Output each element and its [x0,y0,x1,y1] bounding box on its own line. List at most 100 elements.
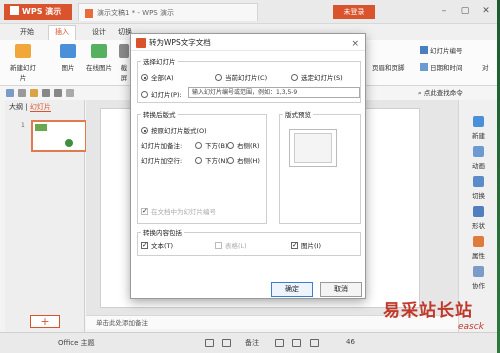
pane-collaborate[interactable]: 协作 [459,266,498,290]
layout-preview [289,129,337,167]
pane-shape[interactable]: 形状 [459,206,498,230]
option-text[interactable]: 文本(T) [141,240,173,250]
checkbox-table[interactable] [215,242,222,249]
slide-number-button[interactable]: 幻灯片编号 [420,45,463,55]
shape-icon [473,206,484,217]
panel-tabs: 大纲 | 幻灯片 [5,100,84,114]
online-picture-button[interactable]: 在线图片 [84,44,114,72]
content-group-title: 转换内容包括 [141,227,184,237]
zoom-level[interactable]: 46 [346,338,355,346]
command-search[interactable]: ⌕ 点此查找命令 [418,87,463,98]
save-icon[interactable] [6,89,14,97]
dialog-close-icon[interactable]: × [351,36,359,53]
redo-icon[interactable] [54,89,62,97]
checkbox-image[interactable] [291,242,298,249]
theme-label[interactable]: Office 主题 [58,338,95,348]
radio-current[interactable] [215,74,222,81]
radio-all[interactable] [141,74,148,81]
new-icon [473,116,484,127]
tab-outline[interactable]: 大纲 [9,103,23,111]
option-slide-range[interactable]: 幻灯片(P): [141,89,182,99]
view-play-icon[interactable] [310,339,319,347]
window-controls: – ▢ ✕ [437,4,493,18]
slide-number-icon [420,46,428,54]
view-reading-icon[interactable] [275,339,284,347]
dialog-title-bar: 转为WPS文字文档 × [131,34,365,51]
screenshot-button[interactable]: 截屏 [118,44,130,82]
option-image[interactable]: 图片(I) [291,240,321,250]
option-all[interactable]: 全部(A) [141,72,174,82]
app-menu-button[interactable]: WPS 演示 [4,4,72,20]
tab-slides[interactable]: 幻灯片 [29,103,51,112]
radio-slide-range[interactable] [141,91,148,98]
radio-selected[interactable] [291,74,298,81]
thumb-shape-circle [65,139,73,147]
picture-icon [60,44,76,58]
dropdown-icon[interactable] [66,89,74,97]
radio-notes-right[interactable] [227,142,234,149]
undo-icon[interactable] [42,89,50,97]
option-selected[interactable]: 选定幻灯片(S) [291,72,343,82]
maximize-icon[interactable]: ▢ [458,4,472,18]
notes-position-label: 幻灯片加备注: [141,142,183,150]
thumbnail-number: 1 [21,122,25,129]
slides-panel: 大纲 | 幻灯片 1 [5,100,87,332]
option-blank-right[interactable]: 右侧(H) [227,155,260,165]
option-current[interactable]: 当前幻灯片(C) [215,72,267,82]
notes-toggle[interactable]: 备注 [245,338,259,348]
new-slide-button[interactable]: 新建幻灯片 [8,44,38,82]
pane-new[interactable]: 新建 [459,116,498,140]
picture-button[interactable]: 图片 [58,44,78,72]
option-slide-numbering[interactable]: 在文档中为幻灯片编号 [141,206,216,216]
wps-logo-icon [10,6,19,15]
wps-doc-icon [136,38,146,48]
open-icon[interactable] [30,89,38,97]
document-tab[interactable]: 演示文稿1 * - WPS 演示 [78,3,258,21]
view-slideshow-icon[interactable] [292,339,301,347]
date-time-button[interactable]: 日期和时间 [420,62,463,72]
slide-thumbnail[interactable] [31,120,87,152]
ok-button[interactable]: 确定 [271,282,313,297]
option-by-layout[interactable]: 按原幻灯片版式(O) [141,125,207,135]
checkbox-text[interactable] [141,242,148,249]
pane-animation[interactable]: 动画 [459,146,498,170]
cancel-button[interactable]: 取消 [320,282,362,297]
pane-properties[interactable]: 属性 [459,236,498,260]
minimize-icon[interactable]: – [437,4,451,18]
layout-group-title: 转换后版式 [141,109,178,119]
document-icon [85,9,93,18]
option-table[interactable]: 表格(L) [215,240,247,250]
tab-home[interactable]: 开始 [20,27,34,37]
collaborate-icon [473,266,484,277]
close-icon[interactable]: ✕ [479,4,493,18]
view-normal-icon[interactable] [205,339,214,347]
checkbox-slide-numbering[interactable] [141,208,148,215]
tab-design[interactable]: 设计 [92,27,106,37]
properties-icon [473,236,484,247]
login-button[interactable]: 未登录 [333,5,375,19]
convert-to-wps-doc-dialog: 转为WPS文字文档 × 选择幻灯片 全部(A) 当前幻灯片(C) 选定幻灯片(S… [130,33,366,299]
radio-by-layout[interactable] [141,127,148,134]
add-slide-button[interactable]: + [30,315,60,328]
animation-icon [473,146,484,157]
view-sorter-icon[interactable] [222,339,231,347]
print-icon[interactable] [18,89,26,97]
pane-transition[interactable]: 切换 [459,176,498,200]
title-bar: WPS 演示 演示文稿1 * - WPS 演示 未登录 – ▢ ✕ [0,0,497,24]
dialog-title: 转为WPS文字文档 [149,38,211,47]
slide-range-input[interactable]: 输入幻灯片编号或范围，例如：1,3,5-9 [188,87,360,98]
tab-insert[interactable]: 插入 [48,25,76,40]
radio-blank-below[interactable] [195,157,202,164]
watermark-text: 易采站长站 [383,301,473,321]
option-blank-below[interactable]: 下方(N) [195,155,228,165]
header-footer-button[interactable]: 页眉和页脚 [372,62,405,72]
screenshot-icon [119,44,129,58]
option-notes-right[interactable]: 右侧(R) [227,140,260,150]
object-button[interactable]: 对 [482,62,489,72]
thumb-shape-rectangle [35,124,47,131]
layout-preview-page [294,133,332,163]
new-slide-icon [15,44,31,58]
radio-blank-right[interactable] [227,157,234,164]
radio-notes-below[interactable] [195,142,202,149]
option-notes-below[interactable]: 下方(B) [195,140,228,150]
